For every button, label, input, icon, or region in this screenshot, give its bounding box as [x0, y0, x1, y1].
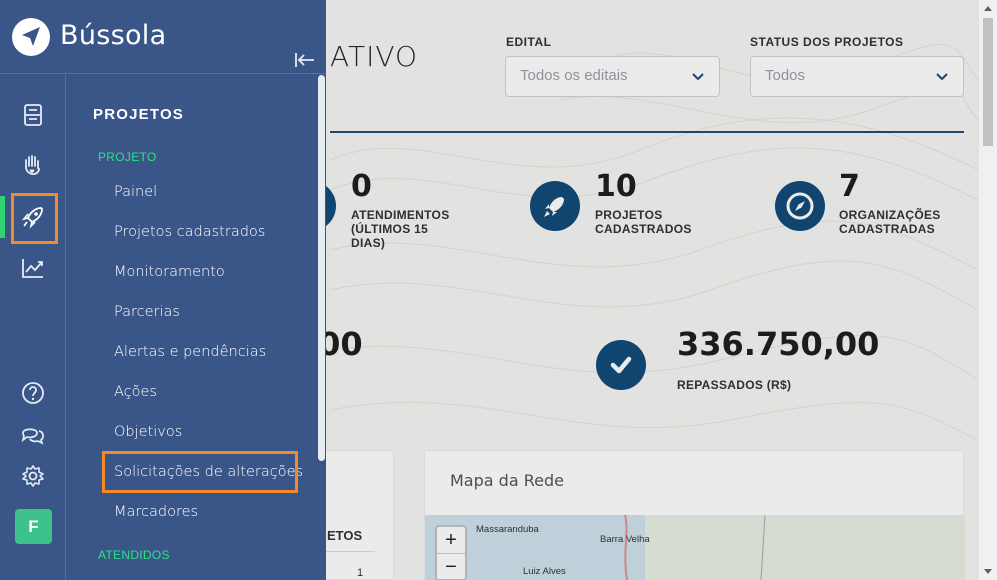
menu-item-marcadores[interactable]: Marcadores — [114, 504, 198, 520]
menu-item-alertas[interactable]: Alertas e pendências — [114, 344, 266, 360]
projects-menu: PROJETOS PROJETO Painel Projetos cadastr… — [67, 75, 318, 580]
menu-item-acoes[interactable]: Ações — [114, 384, 157, 400]
scroll-up-arrow-icon[interactable] — [984, 6, 992, 11]
compass-logo-icon[interactable] — [11, 17, 51, 57]
rail-highlight-frame — [11, 193, 58, 244]
menu-heading: PROJETOS — [93, 106, 185, 123]
rail-item-documents[interactable] — [14, 95, 52, 135]
menu-item-objetivos[interactable]: Objetivos — [114, 424, 182, 440]
gear-icon — [22, 465, 44, 487]
app-name[interactable]: Bússola — [60, 20, 166, 51]
hand-heart-icon — [25, 155, 40, 175]
icon-rail: F — [0, 75, 66, 580]
menu-item-monitoramento[interactable]: Monitoramento — [114, 264, 225, 280]
rail-item-chat[interactable] — [14, 415, 52, 455]
menu-scrollbar-thumb[interactable] — [318, 75, 325, 461]
rail-item-support[interactable] — [14, 146, 52, 186]
question-icon — [22, 382, 44, 404]
menu-item-painel[interactable]: Painel — [114, 184, 157, 200]
menu-item-projetos-cadastrados[interactable]: Projetos cadastrados — [114, 224, 265, 240]
menu-group-atendidos[interactable]: ATENDIDOS — [98, 548, 170, 562]
document-icon — [24, 104, 42, 126]
chat-icon — [21, 428, 44, 445]
dimming-overlay[interactable] — [326, 0, 978, 580]
menu-scrollbar[interactable] — [318, 75, 326, 580]
rail-item-reports[interactable] — [14, 248, 52, 288]
sidebar: Bússola F PROJETOS PROJETO Painel Projet… — [0, 0, 326, 580]
trend-chart-icon — [22, 259, 43, 278]
page-scrollbar[interactable] — [978, 0, 997, 580]
rail-item-help[interactable] — [14, 373, 52, 413]
scrollbar-thumb[interactable] — [983, 18, 993, 146]
menu-group-projeto: PROJETO — [98, 150, 157, 164]
brand-header: Bússola — [0, 0, 326, 74]
collapse-sidebar-icon[interactable] — [294, 50, 316, 70]
menu-highlight-frame — [102, 451, 298, 493]
menu-item-parcerias[interactable]: Parcerias — [114, 304, 180, 320]
active-indicator — [0, 196, 5, 238]
avatar[interactable]: F — [15, 509, 52, 544]
rail-item-settings[interactable] — [14, 456, 52, 496]
scroll-down-arrow-icon[interactable] — [984, 569, 992, 574]
